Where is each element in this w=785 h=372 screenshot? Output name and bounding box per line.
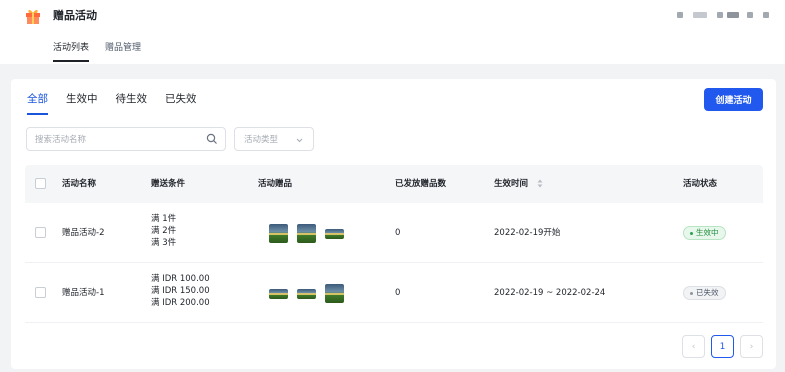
next-page-button[interactable]: ›	[740, 335, 763, 358]
condition-text: 满 1件	[151, 214, 177, 224]
search-placeholder: 搜索活动名称	[35, 135, 87, 145]
issued-count: 0	[395, 288, 401, 298]
table-row[interactable]: 赠品活动-1 满 IDR 100.00 满 IDR 150.00 满 IDR 2…	[25, 263, 763, 323]
condition-text: 满 2件	[151, 226, 177, 236]
prev-page-button[interactable]: ‹	[682, 335, 705, 358]
gift-images	[269, 224, 344, 243]
status-badge: 生效中	[683, 226, 726, 240]
gift-thumbnail	[297, 224, 316, 243]
column-header-time-label: 生效时间	[494, 179, 529, 189]
table-row[interactable]: 赠品活动-2 满 1件 满 2件 满 3件 0 2022-02-19开始 生效中	[25, 203, 763, 263]
sub-navigation: 活动列表 赠品管理	[53, 42, 141, 62]
gift-conditions: 满 1件 满 2件 满 3件	[151, 213, 176, 249]
issued-count: 0	[395, 228, 401, 238]
page-number-button[interactable]: 1	[711, 335, 734, 358]
gift-conditions: 满 IDR 100.00 满 IDR 150.00 满 IDR 200.00	[151, 273, 210, 309]
placeholder-block	[763, 12, 769, 18]
tab-expired[interactable]: 已失效	[165, 91, 197, 115]
column-header-time[interactable]: 生效时间	[494, 178, 543, 190]
activity-name: 赠品活动-1	[62, 288, 105, 298]
status-label: 已失效	[696, 288, 719, 297]
tab-active[interactable]: 生效中	[66, 91, 98, 115]
row-checkbox[interactable]	[35, 227, 46, 238]
effective-time: 2022-02-19开始	[494, 228, 561, 238]
status-badge: 已失效	[683, 286, 726, 300]
placeholder-block	[693, 12, 707, 18]
gift-thumbnail	[269, 288, 288, 299]
condition-text: 满 3件	[151, 238, 177, 248]
condition-text: 满 IDR 200.00	[151, 298, 210, 308]
row-checkbox[interactable]	[35, 287, 46, 298]
effective-time: 2022-02-19 ~ 2022-02-24	[494, 288, 606, 298]
table-header: 活动名称 赠送条件 活动赠品 已发放赠品数 生效时间 活动状态	[25, 165, 763, 203]
gift-thumbnail	[297, 288, 316, 299]
select-placeholder: 活动类型	[244, 135, 279, 145]
column-header-status: 活动状态	[683, 179, 718, 189]
gift-icon	[26, 9, 40, 24]
activity-type-select[interactable]: 活动类型	[234, 127, 314, 151]
condition-text: 满 IDR 100.00	[151, 274, 210, 284]
column-header-condition: 赠送条件	[151, 179, 186, 189]
subnav-activity-list[interactable]: 活动列表	[53, 42, 90, 62]
activity-name: 赠品活动-2	[62, 228, 105, 238]
top-actions	[677, 12, 769, 18]
column-header-name: 活动名称	[62, 179, 97, 189]
column-header-issued: 已发放赠品数	[395, 179, 447, 189]
status-tabs: 全部 生效中 待生效 已失效	[27, 91, 197, 115]
top-bar: 赠品活动 活动列表 赠品管理	[0, 0, 785, 64]
placeholder-block	[717, 12, 723, 18]
gift-thumbnail	[325, 284, 344, 303]
create-activity-button[interactable]: 创建活动	[704, 88, 763, 111]
placeholder-block	[677, 12, 683, 18]
gift-thumbnail	[325, 228, 344, 239]
placeholder-block	[747, 12, 753, 18]
subnav-gift-management[interactable]: 赠品管理	[105, 42, 141, 62]
search-icon[interactable]	[206, 133, 218, 145]
column-header-gifts: 活动赠品	[258, 179, 293, 189]
activity-card: 全部 生效中 待生效 已失效 创建活动 搜索活动名称 活动类型 活动名称 赠送条…	[11, 79, 776, 369]
chevron-down-icon	[296, 138, 303, 143]
placeholder-block	[727, 12, 739, 18]
sort-icon[interactable]	[537, 179, 543, 188]
condition-text: 满 IDR 150.00	[151, 286, 210, 296]
tab-all[interactable]: 全部	[27, 91, 48, 115]
status-dot	[690, 291, 693, 295]
status-dot	[690, 231, 693, 235]
page-title: 赠品活动	[53, 9, 97, 22]
select-all-checkbox[interactable]	[35, 178, 46, 189]
tab-pending[interactable]: 待生效	[116, 91, 148, 115]
search-input[interactable]: 搜索活动名称	[26, 127, 226, 151]
gift-thumbnail	[269, 224, 288, 243]
status-label: 生效中	[696, 228, 719, 237]
gift-images	[269, 284, 344, 303]
pagination: ‹ 1 ›	[682, 335, 763, 358]
